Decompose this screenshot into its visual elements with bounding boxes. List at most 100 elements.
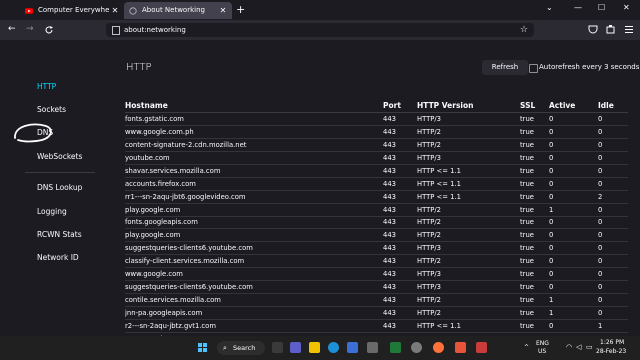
refresh-button[interactable]: Refresh [482, 60, 528, 75]
maximize-button[interactable]: ☐ [598, 3, 605, 12]
reload-icon[interactable] [44, 25, 54, 35]
cell-port: 443 [383, 190, 417, 204]
settings-gear-icon[interactable] [411, 342, 422, 353]
table-row: www.google.com.ph 443 HTTP/2 true 0 0 [125, 125, 628, 139]
cell-active: 0 [549, 164, 598, 178]
tab-youtube[interactable]: Computer Everywhere - YouTub ✕ [20, 2, 124, 19]
taskbar-search[interactable]: ⌕ Search [217, 341, 265, 355]
pocket-icon[interactable] [588, 24, 598, 34]
sidebar-item-network-id[interactable]: Network ID [37, 253, 79, 262]
cell-port: 443 [383, 319, 417, 333]
cell-ssl: true [520, 203, 549, 217]
tab-title: About Networking [142, 6, 205, 14]
cell-ssl: true [520, 112, 549, 126]
autorefresh-checkbox[interactable] [529, 64, 538, 73]
close-window-button[interactable]: ✕ [623, 3, 630, 12]
sidebar-item-http[interactable]: HTTP [37, 82, 56, 91]
cell-active: 0 [549, 254, 598, 269]
cell-port: 443 [383, 280, 417, 295]
battery-icon[interactable]: ▭ [586, 343, 593, 351]
minimize-button[interactable]: — [574, 3, 582, 12]
cell-port: 443 [383, 203, 417, 217]
clock-time[interactable]: 1:26 PM [600, 339, 624, 346]
cell-active: 0 [549, 319, 598, 333]
cell-ssl: true [520, 190, 549, 204]
page-heading: HTTP [126, 62, 152, 73]
column-header-http-version: HTTP Version [417, 98, 520, 113]
search-label: Search [233, 344, 256, 352]
cell-active: 0 [549, 125, 598, 139]
cell-active: 0 [549, 138, 598, 152]
cell-active: 0 [549, 280, 598, 295]
file-explorer-icon[interactable] [309, 342, 320, 353]
windows-start-icon[interactable] [198, 343, 208, 353]
cell-port: 443 [383, 293, 417, 308]
extensions-icon[interactable] [606, 24, 616, 34]
table-row: shavar.services.mozilla.com 443 HTTP <= 1.… [125, 164, 628, 178]
teams-chat-icon[interactable] [290, 342, 301, 353]
cell-idle: 0 [598, 228, 628, 243]
bookmark-star-icon[interactable]: ☆ [520, 23, 528, 37]
cell-ssl: true [520, 319, 549, 333]
back-button[interactable]: ← [8, 24, 16, 34]
app-icon-4[interactable] [476, 342, 487, 353]
address-bar[interactable]: about:networking ☆ [106, 23, 534, 37]
table-row: classify-client.services.mozilla.com 443 H… [125, 254, 628, 269]
cell-ssl: true [520, 280, 549, 295]
volume-icon[interactable]: ◁ [576, 343, 581, 351]
wifi-icon[interactable]: ◠ [566, 343, 572, 351]
cell-hostname: fonts.gstatic.com [125, 112, 383, 126]
cell-port: 443 [383, 112, 417, 126]
cell-port: 443 [383, 151, 417, 165]
sidebar: HTTP Sockets DNS WebSockets DNS Lookup L… [0, 40, 106, 336]
cell-port: 443 [383, 177, 417, 191]
cell-hostname: fonts.googleapis.com [125, 216, 383, 230]
column-header-hostname: Hostname [125, 98, 383, 113]
hand-drawn-circle-annotation [14, 123, 52, 143]
url-text[interactable]: about:networking [124, 23, 186, 37]
cell-http-version: HTTP/2 [417, 293, 520, 308]
cell-ssl: true [520, 164, 549, 178]
table-row: accounts.firefox.com 443 HTTP <= 1.1 true 0 0 [125, 177, 628, 191]
app-icon-2[interactable] [390, 342, 401, 353]
sidebar-item-rcwn-stats[interactable]: RCWN Stats [37, 230, 82, 239]
store-icon[interactable] [347, 342, 358, 353]
language-indicator[interactable]: ENG [536, 340, 549, 347]
app-icon-3[interactable] [455, 342, 466, 353]
cell-idle: 0 [598, 254, 628, 269]
menu-icon[interactable] [624, 24, 634, 34]
firefox-icon[interactable] [433, 342, 444, 353]
edge-icon[interactable] [328, 342, 339, 353]
cell-idle: 0 [598, 164, 628, 178]
column-header-ssl: SSL [520, 98, 549, 113]
forward-button[interactable]: → [26, 24, 34, 34]
cell-port: 443 [383, 138, 417, 152]
tray-overflow-icon[interactable]: ^ [524, 344, 529, 351]
table-row: contile.services.mozilla.com 443 HTTP/2 tru… [125, 293, 628, 308]
close-tab-icon[interactable]: ✕ [218, 2, 228, 19]
close-tab-icon[interactable]: ✕ [110, 2, 120, 19]
sidebar-item-logging[interactable]: Logging [37, 207, 67, 216]
sidebar-item-dns-lookup[interactable]: DNS Lookup [37, 183, 82, 192]
cell-idle: 0 [598, 151, 628, 165]
cell-port: 443 [383, 306, 417, 320]
clock-date[interactable]: 28-Feb-23 [596, 348, 626, 355]
sidebar-item-sockets[interactable]: Sockets [37, 105, 66, 114]
sidebar-item-websockets[interactable]: WebSockets [37, 152, 82, 161]
task-view-icon[interactable] [272, 342, 283, 353]
cell-ssl: true [520, 228, 549, 243]
cell-http-version: HTTP/3 [417, 151, 520, 165]
cell-idle: 0 [598, 138, 628, 152]
cell-active: 0 [549, 216, 598, 230]
column-header-idle: Idle [598, 98, 628, 113]
app-icon[interactable] [367, 342, 378, 353]
cell-http-version: HTTP <= 1.1 [417, 164, 520, 178]
list-all-tabs-icon[interactable]: ⌄ [546, 3, 553, 12]
cell-active: 0 [549, 190, 598, 204]
cell-hostname: contile.services.mozilla.com [125, 293, 383, 308]
tab-about-networking[interactable]: About Networking ✕ [124, 2, 232, 19]
new-tab-button[interactable]: + [236, 3, 245, 16]
firefox-page-icon [129, 6, 137, 15]
cell-hostname: shavar.services.mozilla.com [125, 164, 383, 178]
table-row: fonts.googleapis.com 443 HTTP/2 true 0 0 [125, 216, 628, 230]
